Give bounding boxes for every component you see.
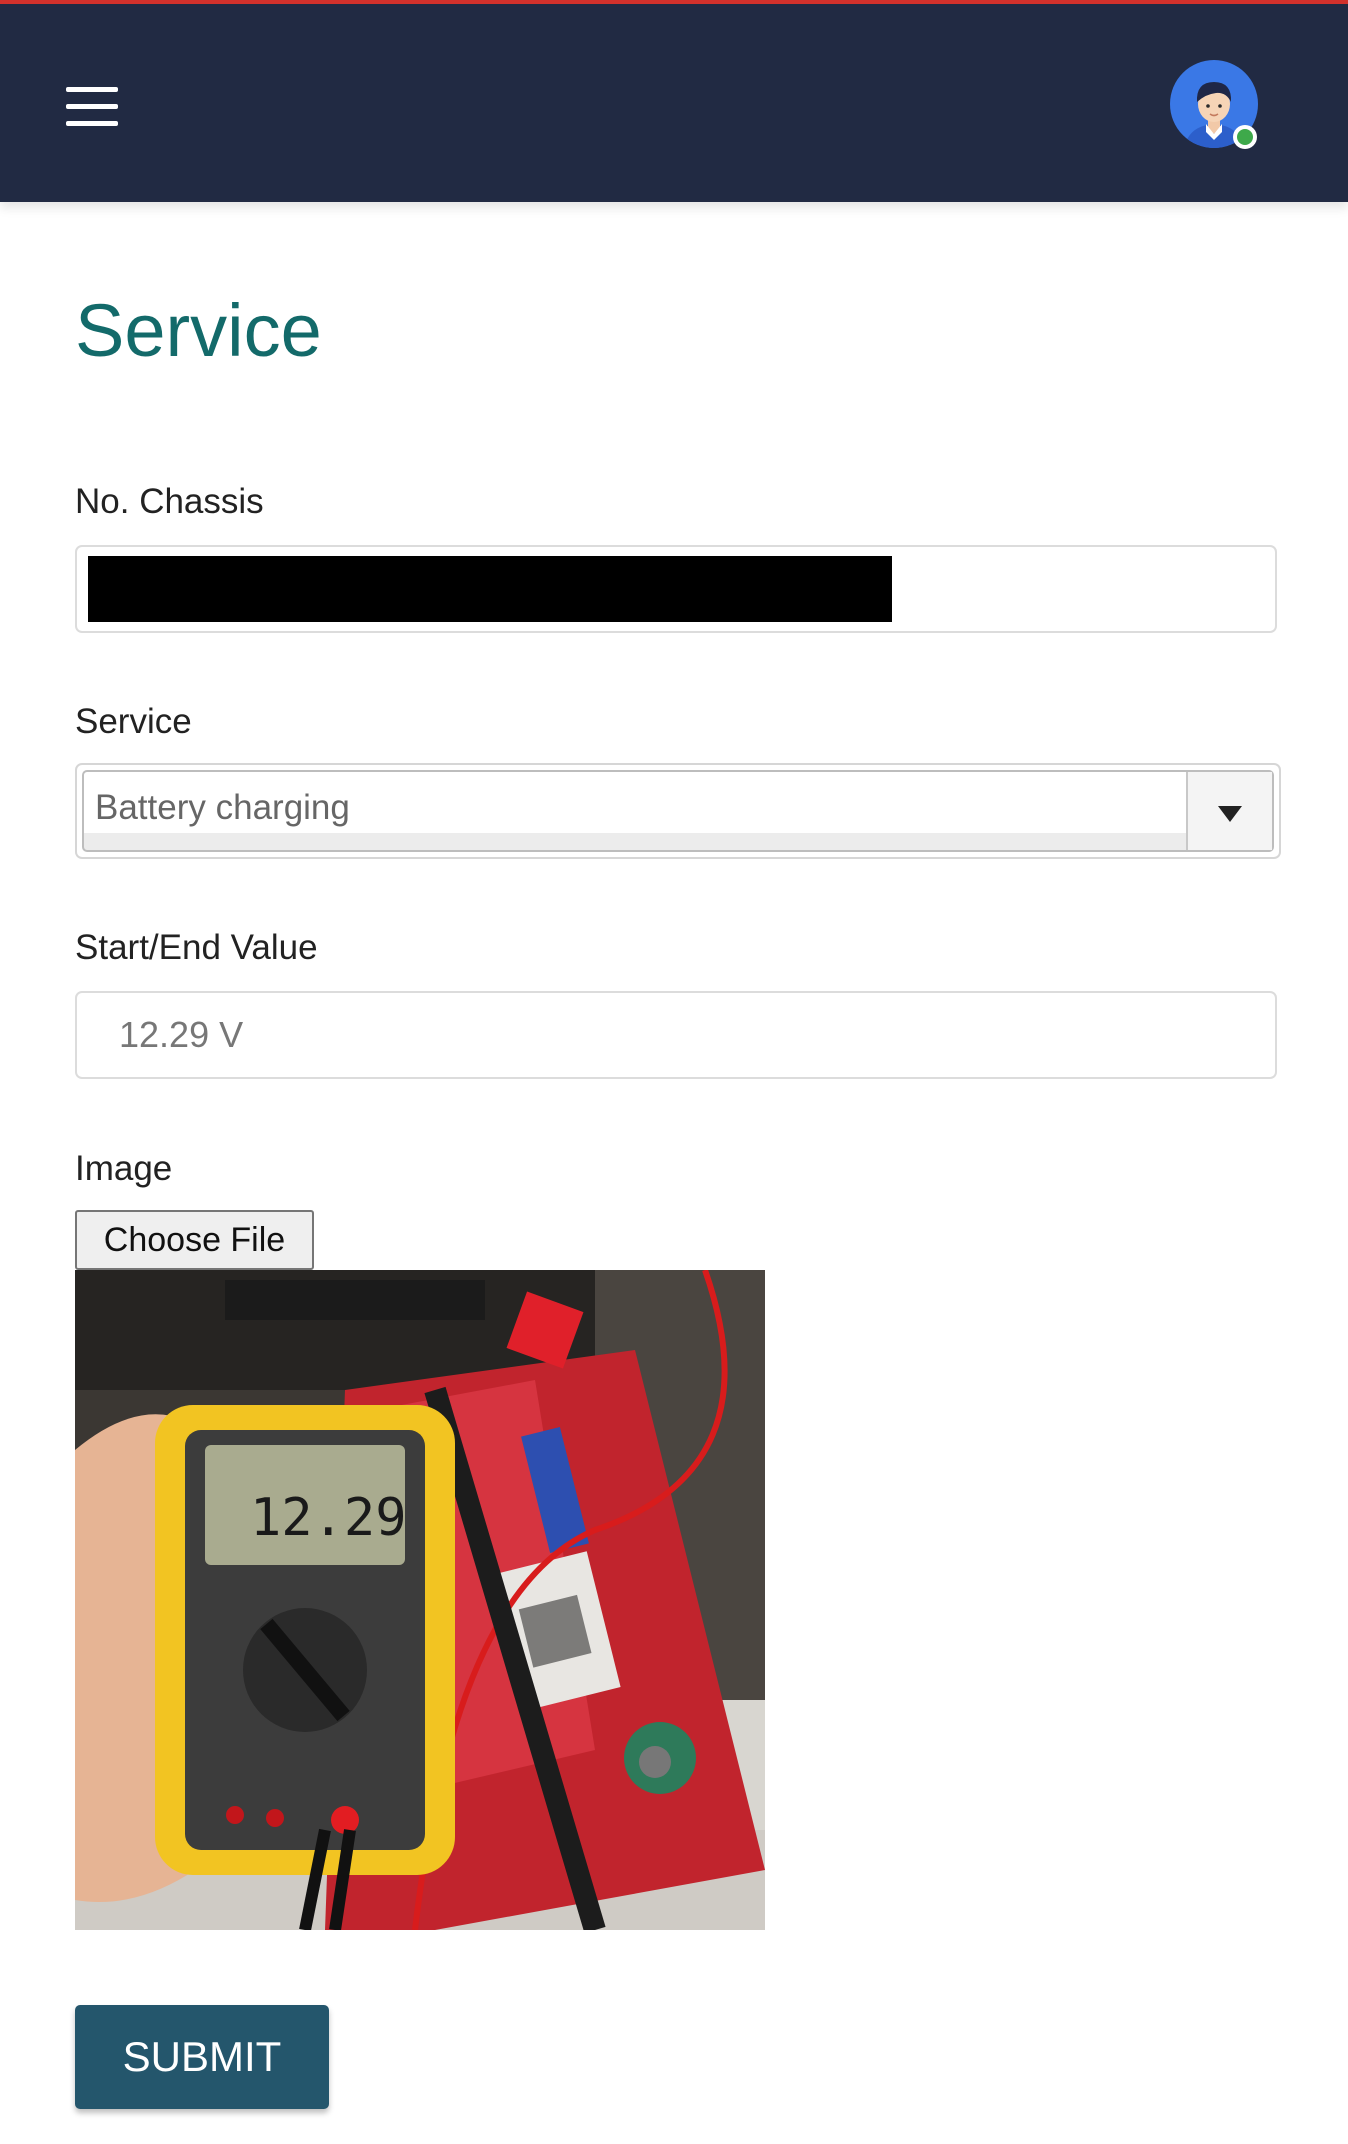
uploaded-image-preview: 12.29: [75, 1270, 765, 1930]
submit-button[interactable]: SUBMIT: [75, 2005, 329, 2109]
redacted-chassis-value: [88, 556, 892, 622]
start-end-value-label: Start/End Value: [75, 928, 318, 967]
user-avatar-icon: [1170, 60, 1258, 149]
meter-display-reading: 12.29: [250, 1488, 407, 1548]
page-title: Service: [75, 289, 322, 372]
top-navigation-bar: [0, 0, 1348, 202]
choose-file-button[interactable]: Choose File: [75, 1210, 314, 1270]
start-end-value-input[interactable]: [75, 991, 1277, 1079]
service-label: Service: [75, 702, 192, 741]
service-dropdown-toggle[interactable]: [1186, 772, 1272, 850]
service-select-box[interactable]: Battery charging: [82, 770, 1274, 852]
hamburger-menu-icon[interactable]: [66, 87, 118, 127]
multimeter-battery-photo: 12.29: [75, 1270, 765, 1930]
chassis-label: No. Chassis: [75, 482, 264, 521]
user-avatar[interactable]: [1170, 60, 1262, 152]
image-label: Image: [75, 1149, 173, 1188]
service-select[interactable]: Battery charging: [75, 763, 1281, 859]
online-status-dot: [1237, 129, 1253, 145]
caret-down-icon: [1218, 806, 1242, 822]
service-selected-value: Battery charging: [95, 788, 350, 827]
